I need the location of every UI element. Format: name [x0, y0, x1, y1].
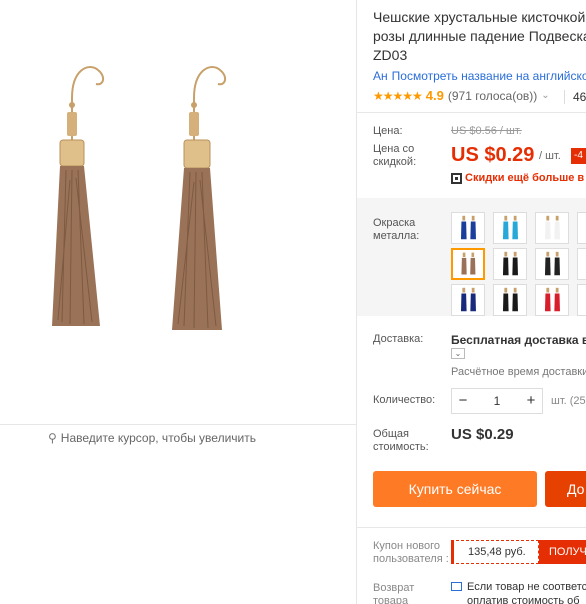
tassel-thumbnail-icon	[461, 252, 476, 275]
metal-swatch-red-2[interactable]	[577, 284, 586, 316]
metal-swatch-black-3[interactable]	[493, 284, 527, 316]
total-value: US $0.29	[451, 426, 514, 443]
quantity-decrease-button[interactable]: −	[452, 389, 474, 413]
tassel-thumbnail-icon	[544, 215, 560, 240]
metal-swatch-black-gold[interactable]	[577, 212, 586, 244]
discount-price-label: Цена со скидкой:	[373, 143, 417, 168]
old-price: US $0.56 / шт.	[451, 125, 522, 137]
divider	[357, 527, 586, 528]
price-unit: / шт.	[539, 150, 561, 162]
product-image[interactable]	[0, 0, 356, 424]
tassel-thumbnail-icon	[502, 215, 518, 240]
delivery-time: Расчётное время доставки	[451, 366, 586, 378]
magnifier-icon: ⚲	[48, 431, 57, 445]
tassel-thumbnail-icon	[460, 215, 476, 240]
metal-color-label: Окраска металла:	[373, 217, 420, 242]
quantity-increase-button[interactable]: +	[520, 389, 542, 413]
votes-count: (971 голоса(ов))	[447, 88, 538, 103]
add-to-cart-button[interactable]: До	[545, 471, 586, 507]
quantity-label: Количество:	[373, 394, 436, 406]
star-rating-icon: ★★★★★	[373, 88, 423, 103]
title-line-1: Чешские хрустальные кисточкой	[373, 9, 586, 25]
metal-swatch-black-silver[interactable]	[535, 248, 569, 280]
product-page: ⚲ Наведите курсор, чтобы увеличить Чешск…	[0, 0, 586, 604]
tassel-thumbnail-icon	[544, 287, 560, 312]
shipping-label: Доставка:	[373, 333, 424, 345]
discount-badge: -4	[571, 148, 586, 164]
tassel-thumbnail-icon	[578, 249, 586, 279]
promo-link[interactable]: Скидки ещё больше в п	[451, 172, 586, 184]
translate-link[interactable]: Aʜ Посмотреть название на английско	[373, 69, 586, 83]
metal-swatch-black-2[interactable]	[577, 248, 586, 280]
return-policy-icon	[451, 582, 462, 591]
metal-swatch-blue-long[interactable]	[451, 212, 485, 244]
image-panel: ⚲ Наведите курсор, чтобы увеличить	[0, 0, 356, 604]
get-coupon-button[interactable]: ПОЛУЧ	[539, 540, 586, 564]
tassel-thumbnail-icon	[502, 287, 518, 312]
translate-icon: Aʜ	[373, 69, 388, 83]
tassel-thumbnail-icon	[460, 287, 476, 312]
tassel-thumbnail-icon	[578, 285, 586, 315]
product-info: Чешские хрустальные кисточкой розы длинн…	[356, 0, 586, 604]
title-line-3: ZD03	[373, 47, 408, 63]
rating-block[interactable]: ★★★★★ 4.9 (971 голоса(ов)) ⌄	[373, 88, 550, 103]
metal-swatch-red[interactable]	[535, 284, 569, 316]
price-label: Цена:	[373, 125, 403, 137]
zoom-hint-text: Наведите курсор, чтобы увеличить	[60, 431, 256, 445]
earrings-image	[52, 66, 226, 330]
promo-text: Скидки ещё больше в п	[465, 172, 586, 184]
divider	[0, 424, 356, 425]
divider	[564, 90, 565, 104]
return-line-1: Если товар не соответс	[467, 581, 586, 593]
metal-swatch-brown[interactable]	[451, 248, 485, 280]
shipping-value[interactable]: Бесплатная доставка в R	[451, 333, 586, 347]
buy-now-button[interactable]: Купить сейчас	[373, 471, 537, 507]
metal-swatch-black[interactable]	[493, 248, 527, 280]
current-price: US $0.29	[451, 144, 535, 166]
total-label: Общая стоимость:	[373, 428, 429, 453]
tassel-thumbnail-icon	[502, 251, 518, 276]
zoom-hint: ⚲ Наведите курсор, чтобы увеличить	[48, 431, 256, 445]
chevron-down-icon[interactable]: ⌄	[451, 348, 465, 359]
product-title: Чешские хрустальные кисточкой розы длинн…	[373, 8, 586, 65]
quantity-input[interactable]: 1	[474, 389, 520, 413]
chevron-down-icon: ⌄	[541, 90, 550, 101]
divider	[357, 112, 586, 113]
quantity-unit: шт. (25	[551, 395, 586, 407]
qr-code-icon	[451, 172, 462, 184]
coupon-value: 135,48 руб.	[451, 540, 539, 564]
tassel-thumbnail-icon	[544, 251, 560, 276]
coupon-label: Купон нового пользователя :	[373, 540, 449, 565]
return-policy: Если товар не соответс оплатив стоимость…	[451, 580, 586, 604]
translate-label: Посмотреть название на английско	[391, 69, 586, 83]
metal-swatch-navy[interactable]	[451, 284, 485, 316]
rating-value: 4.9	[425, 88, 444, 103]
tassel-thumbnail-icon	[578, 213, 586, 243]
return-line-2: оплатив стоимость об	[467, 595, 580, 604]
title-line-2: розы длинные падение Подвеска	[373, 28, 586, 44]
metal-swatch-white[interactable]	[535, 212, 569, 244]
quantity-stepper: − 1 +	[451, 388, 543, 414]
metal-swatch-sky-blue[interactable]	[493, 212, 527, 244]
metal-color-swatches	[451, 212, 586, 318]
return-label: Возврат товара	[373, 582, 415, 604]
orders-count: 46	[573, 90, 586, 104]
